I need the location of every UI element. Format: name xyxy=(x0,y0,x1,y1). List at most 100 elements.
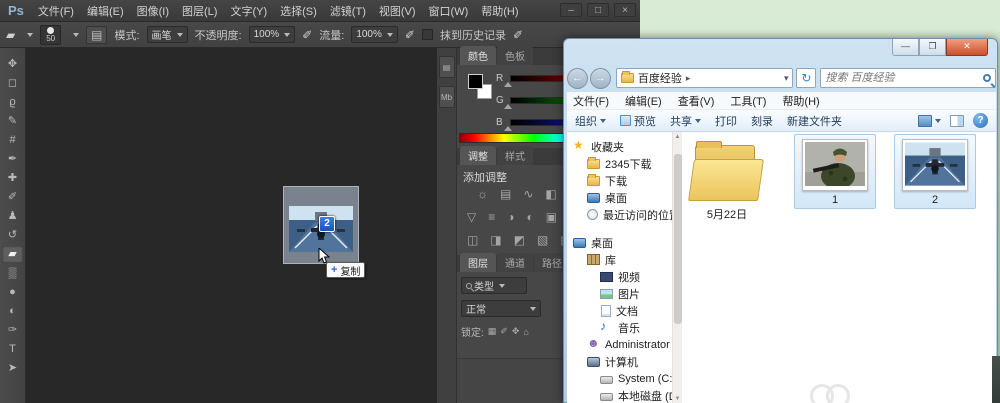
crop-tool[interactable]: # xyxy=(2,132,23,149)
foreground-color-swatch[interactable] xyxy=(468,74,483,89)
mini-bridge-panel-icon[interactable]: Mb xyxy=(439,86,455,108)
gradient-tool[interactable]: ▒ xyxy=(2,265,23,282)
exposure-icon[interactable]: ◧ xyxy=(545,187,556,201)
ps-menu-image[interactable]: 图像(I) xyxy=(137,3,169,19)
posterize-icon[interactable]: ▧ xyxy=(537,233,548,247)
sidebar-item-downloads[interactable]: 下载 xyxy=(567,172,672,189)
lock-image-icon[interactable]: ✐ xyxy=(500,326,508,337)
back-button[interactable]: ← xyxy=(567,68,588,89)
lock-position-icon[interactable]: ✥ xyxy=(512,326,520,337)
help-icon[interactable]: ? xyxy=(973,113,988,128)
invert-icon[interactable]: ◩ xyxy=(514,233,525,247)
history-brush-tool[interactable]: ↺ xyxy=(2,227,23,244)
hue-saturation-icon[interactable]: ≡ xyxy=(488,210,495,224)
black-white-icon[interactable]: ◐ xyxy=(527,210,534,224)
ps-close-button[interactable]: × xyxy=(614,3,636,17)
red-slider-thumb-icon[interactable] xyxy=(504,82,512,87)
ps-menu-filter[interactable]: 滤镜(T) xyxy=(330,3,366,19)
sidebar-scrollbar[interactable]: ▲ ▼ xyxy=(672,132,682,403)
sidebar-item-local-disk-d[interactable]: 本地磁盘 (D:) xyxy=(567,387,672,403)
ex-menu-help[interactable]: 帮助(H) xyxy=(782,93,819,109)
search-input[interactable] xyxy=(825,72,983,84)
ex-menu-view[interactable]: 查看(V) xyxy=(678,93,715,109)
dodge-tool[interactable]: ◐ xyxy=(2,303,23,320)
print-button[interactable]: 打印 xyxy=(715,113,737,129)
eyedropper-tool[interactable]: ✒ xyxy=(2,151,23,168)
scrollbar-thumb[interactable] xyxy=(674,154,682,324)
ex-menu-file[interactable]: 文件(F) xyxy=(573,93,609,109)
organize-button[interactable]: 组织 xyxy=(575,113,606,129)
forward-button[interactable]: → xyxy=(590,68,611,89)
color-balance-icon[interactable]: ◑ xyxy=(507,210,514,224)
blur-tool[interactable]: ● xyxy=(2,284,23,301)
sidebar-item-desktop[interactable]: 桌面 xyxy=(567,234,672,251)
sidebar-item-pictures[interactable]: 图片 xyxy=(567,285,672,302)
tool-preset-caret-icon[interactable] xyxy=(27,33,33,37)
ps-maximize-button[interactable]: □ xyxy=(587,3,609,17)
brush-panel-icon[interactable]: ✐ xyxy=(513,28,523,42)
search-box[interactable] xyxy=(820,68,996,88)
sidebar-item-computer[interactable]: 计算机 xyxy=(567,353,672,370)
curves-icon[interactable]: ∿ xyxy=(523,187,533,201)
tab-adjustments[interactable]: 调整 xyxy=(460,146,496,165)
channel-mixer-icon[interactable]: ◫ xyxy=(467,233,478,247)
explorer-maximize-button[interactable]: ❐ xyxy=(919,39,946,56)
lock-all-icon[interactable]: ⌂ xyxy=(523,327,528,337)
ps-menu-type[interactable]: 文字(Y) xyxy=(230,3,267,19)
refresh-button[interactable]: ↻ xyxy=(796,68,816,88)
vibrance-icon[interactable]: ▽ xyxy=(467,210,476,224)
flow-select[interactable]: 100% xyxy=(351,26,398,43)
scroll-up-icon[interactable]: ▲ xyxy=(673,132,682,142)
sidebar-item-favorites[interactable]: ★收藏夹 xyxy=(567,138,672,155)
airbrush-icon[interactable]: ✐ xyxy=(302,28,312,42)
new-folder-button[interactable]: 新建文件夹 xyxy=(787,113,842,129)
lasso-tool[interactable]: ϱ xyxy=(2,94,23,111)
blue-slider-thumb-icon[interactable] xyxy=(504,126,512,131)
tab-swatches[interactable]: 色板 xyxy=(497,46,533,65)
airbrush-toggle-icon[interactable]: ✐ xyxy=(405,28,415,42)
ex-menu-tools[interactable]: 工具(T) xyxy=(730,93,766,109)
sidebar-item-music[interactable]: ♪音乐 xyxy=(567,319,672,336)
sidebar-item-desktop-fav[interactable]: 桌面 xyxy=(567,189,672,206)
mode-select[interactable]: 画笔 xyxy=(147,26,188,43)
brush-preset-caret-icon[interactable] xyxy=(73,33,79,37)
share-button[interactable]: 共享 xyxy=(670,113,701,129)
pen-tool[interactable]: ✑ xyxy=(2,322,23,339)
blend-mode-select[interactable]: 正常 xyxy=(461,300,541,317)
path-selection-tool[interactable]: ➤ xyxy=(2,360,23,377)
ps-menu-select[interactable]: 选择(S) xyxy=(280,3,317,19)
breadcrumb-chevron-icon[interactable]: ▸ xyxy=(686,73,691,84)
history-panel-icon[interactable]: ▤ xyxy=(439,56,455,78)
healing-brush-tool[interactable]: ✚ xyxy=(2,170,23,187)
levels-icon[interactable]: ▤ xyxy=(500,187,511,201)
ps-menu-view[interactable]: 视图(V) xyxy=(379,3,416,19)
preview-button[interactable]: 预览 xyxy=(620,113,656,129)
views-button[interactable] xyxy=(918,115,941,127)
address-dropdown-icon[interactable]: ▾ xyxy=(784,73,789,84)
brightness-contrast-icon[interactable]: ☼ xyxy=(477,187,488,201)
layer-kind-filter[interactable]: 类型 xyxy=(461,277,527,294)
explorer-close-button[interactable]: ✕ xyxy=(946,39,988,56)
tool-preset-icon[interactable]: ▰ xyxy=(6,28,15,42)
sidebar-item-recent-places[interactable]: 最近访问的位置 xyxy=(567,206,672,223)
explorer-minimize-button[interactable]: — xyxy=(892,39,919,56)
ps-menu-window[interactable]: 窗口(W) xyxy=(429,3,469,19)
brush-preset-picker[interactable]: 50 xyxy=(40,25,61,45)
sidebar-item-system-c[interactable]: System (C:) xyxy=(567,370,672,387)
ps-menu-file[interactable]: 文件(F) xyxy=(38,3,74,19)
tab-styles[interactable]: 样式 xyxy=(497,146,533,165)
type-tool[interactable]: T xyxy=(2,341,23,358)
tab-layers[interactable]: 图层 xyxy=(460,253,496,272)
marquee-tool[interactable]: ◻ xyxy=(2,75,23,92)
address-bar[interactable]: 百度经验 ▸ ▾ xyxy=(616,68,794,88)
preview-pane-icon[interactable] xyxy=(950,115,964,127)
sidebar-item-videos[interactable]: 视频 xyxy=(567,268,672,285)
image-item-1[interactable]: 1 xyxy=(794,134,876,209)
image-item-2[interactable]: 2 xyxy=(894,134,976,209)
scroll-down-icon[interactable]: ▼ xyxy=(673,394,682,403)
clone-stamp-tool[interactable]: ♟ xyxy=(2,208,23,225)
move-tool[interactable]: ✥ xyxy=(2,56,23,73)
ex-menu-edit[interactable]: 编辑(E) xyxy=(625,93,662,109)
color-lookup-icon[interactable]: ◨ xyxy=(490,233,501,247)
breadcrumb-path[interactable]: 百度经验 xyxy=(638,70,682,86)
